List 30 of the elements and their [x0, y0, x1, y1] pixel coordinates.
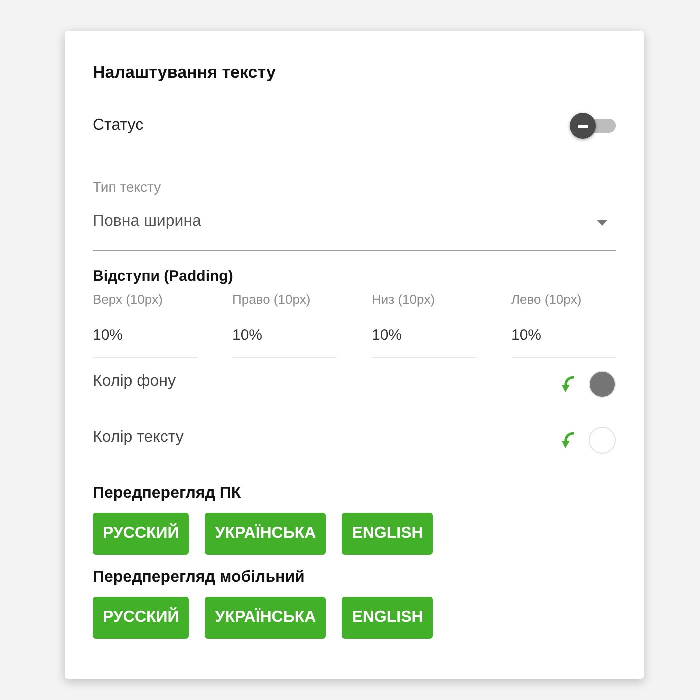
field-label: Право (10px): [232, 292, 312, 308]
language-button[interactable]: УКРАЇНСЬКА: [205, 597, 326, 639]
section-title: Відступи (Padding): [93, 267, 234, 287]
language-button[interactable]: РУССКИЙ: [93, 513, 190, 555]
language-button[interactable]: ENGLISH: [342, 513, 434, 555]
field-label: Верх (10px): [93, 292, 164, 308]
color-label: Колір фону: [93, 372, 176, 392]
field-label: Низ (10px): [372, 292, 436, 308]
panel-title: Налаштування тексту: [93, 62, 277, 84]
minus-icon: [578, 124, 588, 128]
language-button[interactable]: УКРАЇНСЬКА: [205, 513, 326, 555]
field-label: Лево (10px): [512, 292, 583, 308]
section-title: Передперегляд ПК: [93, 484, 242, 504]
input-field[interactable]: 10%: [93, 318, 198, 358]
language-button[interactable]: ENGLISH: [342, 597, 434, 639]
select-dropdown[interactable]: Повна ширина: [93, 200, 616, 251]
input-field[interactable]: 10%: [372, 318, 476, 358]
language-button[interactable]: РУССКИЙ: [93, 597, 190, 639]
curved-arrow-icon[interactable]: [562, 376, 574, 393]
color-swatch[interactable]: [589, 371, 616, 398]
field-label: Тип тексту: [93, 178, 162, 196]
color-swatch[interactable]: [589, 427, 616, 454]
status-label: Статус: [93, 116, 144, 136]
section-title: Передперегляд мобільний: [93, 568, 306, 588]
input-field[interactable]: 10%: [232, 318, 337, 358]
curved-arrow-icon[interactable]: [562, 432, 574, 449]
caret-icon: [597, 220, 608, 226]
color-label: Колір тексту: [93, 428, 184, 448]
input-field[interactable]: 10%: [512, 318, 616, 358]
toggle-switch[interactable]: [570, 113, 616, 139]
